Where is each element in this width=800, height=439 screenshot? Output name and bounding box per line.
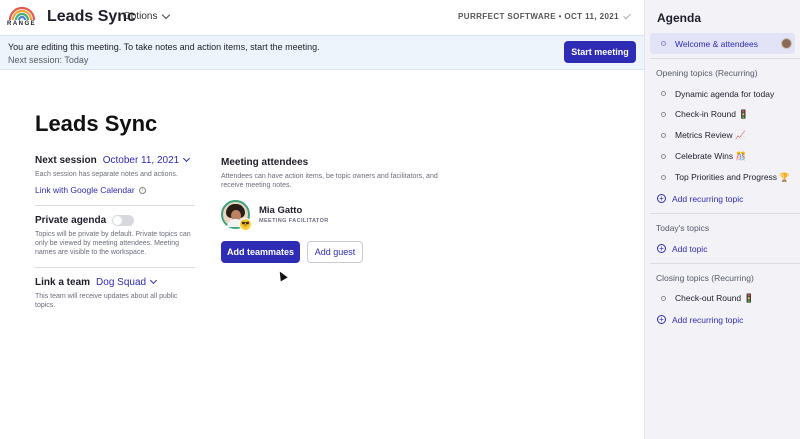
bullet-ring-icon: [661, 112, 666, 117]
bullet-ring-icon: [661, 41, 666, 46]
attendee-row[interactable]: 😎 Mia Gatto MEETING FACILITATOR: [221, 200, 461, 231]
avatar: [781, 38, 792, 49]
agenda-item-label: Top Priorities and Progress 🏆: [675, 172, 790, 182]
banner-message: You are editing this meeting. To take no…: [8, 42, 320, 52]
main-panel: RANGE Leads Sync Options PURRFECT SOFTWA…: [0, 0, 645, 439]
bullet-ring-icon: [661, 175, 666, 180]
mouse-cursor-icon: [276, 269, 288, 282]
next-session-section: Next session October 11, 2021 Each sessi…: [35, 154, 195, 206]
avatar: 😎: [221, 200, 252, 231]
top-bar: RANGE Leads Sync Options PURRFECT SOFTWA…: [0, 0, 645, 35]
page-title: Leads Sync: [35, 111, 158, 136]
team-value: Dog Squad: [96, 277, 147, 288]
closing-topics-label: Closing topics (Recurring): [656, 273, 754, 283]
add-topic-link[interactable]: + Add topic: [650, 238, 800, 259]
agenda-item[interactable]: Top Priorities and Progress 🏆: [650, 167, 800, 188]
bullet-ring-icon: [661, 133, 666, 138]
agenda-item[interactable]: Celebrate Wins 🎊: [650, 146, 800, 167]
agenda-item-label: Celebrate Wins 🎊: [675, 151, 747, 161]
opening-topics-label: Opening topics (Recurring): [656, 68, 758, 78]
rainbow-icon: [8, 6, 36, 21]
add-guest-button[interactable]: Add guest: [307, 241, 363, 263]
private-agenda-section: Private agenda Topics will be private by…: [35, 215, 195, 268]
today-topics-label: Today's topics: [656, 223, 710, 233]
private-agenda-desc: Topics will be private by default. Priva…: [35, 231, 191, 256]
link-team-label: Link a team: [35, 277, 91, 288]
org-date: PURRFECT SOFTWARE • OCT 11, 2021: [458, 11, 631, 21]
range-logo[interactable]: RANGE: [7, 4, 37, 30]
agenda-item-welcome[interactable]: Welcome & attendees: [650, 33, 795, 54]
add-recurring-topic-link[interactable]: + Add recurring topic: [650, 309, 800, 330]
chevron-down-icon: [162, 10, 171, 19]
next-session-desc: Each session has separate notes and acti…: [35, 171, 178, 178]
chevron-down-icon: [150, 276, 158, 285]
private-agenda-row: Private agenda: [35, 215, 195, 226]
add-recurring-label: Add recurring topic: [672, 314, 744, 325]
divider: [650, 58, 800, 59]
agenda-item-label: Welcome & attendees: [675, 38, 758, 49]
google-calendar-link[interactable]: Link with Google Calendar i: [35, 185, 195, 195]
team-dropdown[interactable]: Dog Squad: [96, 276, 158, 288]
agenda-sidebar: Agenda Welcome & attendees Opening topic…: [645, 0, 800, 439]
attendees-heading: Meeting attendees: [221, 157, 309, 168]
attendee-actions: Add teammates Add guest: [221, 241, 461, 263]
banner-next-session: Next session: Today: [8, 55, 89, 65]
gcal-label: Link with Google Calendar: [35, 185, 135, 195]
agenda-item-label: Metrics Review 📈: [675, 130, 746, 140]
agenda-item-label: Check-in Round 🚦: [675, 109, 749, 119]
options-label: Options: [123, 11, 158, 22]
options-menu[interactable]: Options: [123, 10, 171, 22]
link-team-desc: This team will receive updates about all…: [35, 293, 178, 309]
divider: [650, 213, 800, 214]
add-recurring-label: Add recurring topic: [672, 193, 744, 204]
add-recurring-topic-link[interactable]: + Add recurring topic: [650, 188, 800, 209]
attendee-info: Mia Gatto MEETING FACILITATOR: [259, 205, 329, 224]
agenda-item[interactable]: Dynamic agenda for today: [650, 83, 800, 104]
divider: [650, 263, 800, 264]
info-icon[interactable]: i: [138, 186, 146, 194]
next-session-dropdown[interactable]: October 11, 2021: [102, 154, 191, 166]
sunglasses-emoji-icon: 😎: [239, 218, 252, 231]
agenda-item[interactable]: Metrics Review 📈: [650, 125, 800, 146]
bullet-ring-icon: [661, 91, 666, 96]
attendee-name: Mia Gatto: [259, 205, 303, 216]
attendees-section: Meeting attendees Attendees can have act…: [221, 157, 461, 263]
bullet-ring-icon: [661, 296, 666, 301]
org-date-text: PURRFECT SOFTWARE • OCT 11, 2021: [458, 12, 619, 21]
link-team-section: Link a team Dog Squad This team will rec…: [35, 276, 195, 320]
plus-circle-icon: +: [657, 244, 666, 253]
private-agenda-label: Private agenda: [35, 215, 107, 226]
link-team-row: Link a team Dog Squad: [35, 276, 195, 288]
edit-banner: You are editing this meeting. To take no…: [0, 35, 644, 70]
agenda-item-label: Check-out Round 🚦: [675, 293, 755, 303]
add-topic-label: Add topic: [672, 243, 708, 254]
logo-wordmark: RANGE: [7, 21, 37, 27]
private-agenda-toggle[interactable]: [112, 215, 135, 226]
next-session-value: October 11, 2021: [102, 155, 180, 166]
next-session-row: Next session October 11, 2021: [35, 154, 195, 166]
chevron-down-icon: [183, 154, 191, 163]
attendees-desc: Attendees can have action items, be topi…: [221, 173, 438, 189]
add-teammates-button[interactable]: Add teammates: [221, 241, 300, 263]
next-session-label: Next session: [35, 155, 97, 166]
start-meeting-button[interactable]: Start meeting: [564, 41, 636, 63]
bullet-ring-icon: [661, 154, 666, 159]
meeting-settings: Next session October 11, 2021 Each sessi…: [35, 154, 195, 329]
attendee-role: MEETING FACILITATOR: [259, 218, 329, 224]
agenda-item-label: Dynamic agenda for today: [675, 88, 775, 99]
agenda-title: Agenda: [657, 11, 702, 25]
plus-circle-icon: +: [657, 315, 666, 324]
plus-circle-icon: +: [657, 194, 666, 203]
agenda-list: Welcome & attendees Opening topics (Recu…: [650, 33, 800, 330]
agenda-item[interactable]: Check-out Round 🚦: [650, 288, 800, 309]
agenda-item[interactable]: Check-in Round 🚦: [650, 104, 800, 125]
check-icon: [623, 11, 631, 19]
